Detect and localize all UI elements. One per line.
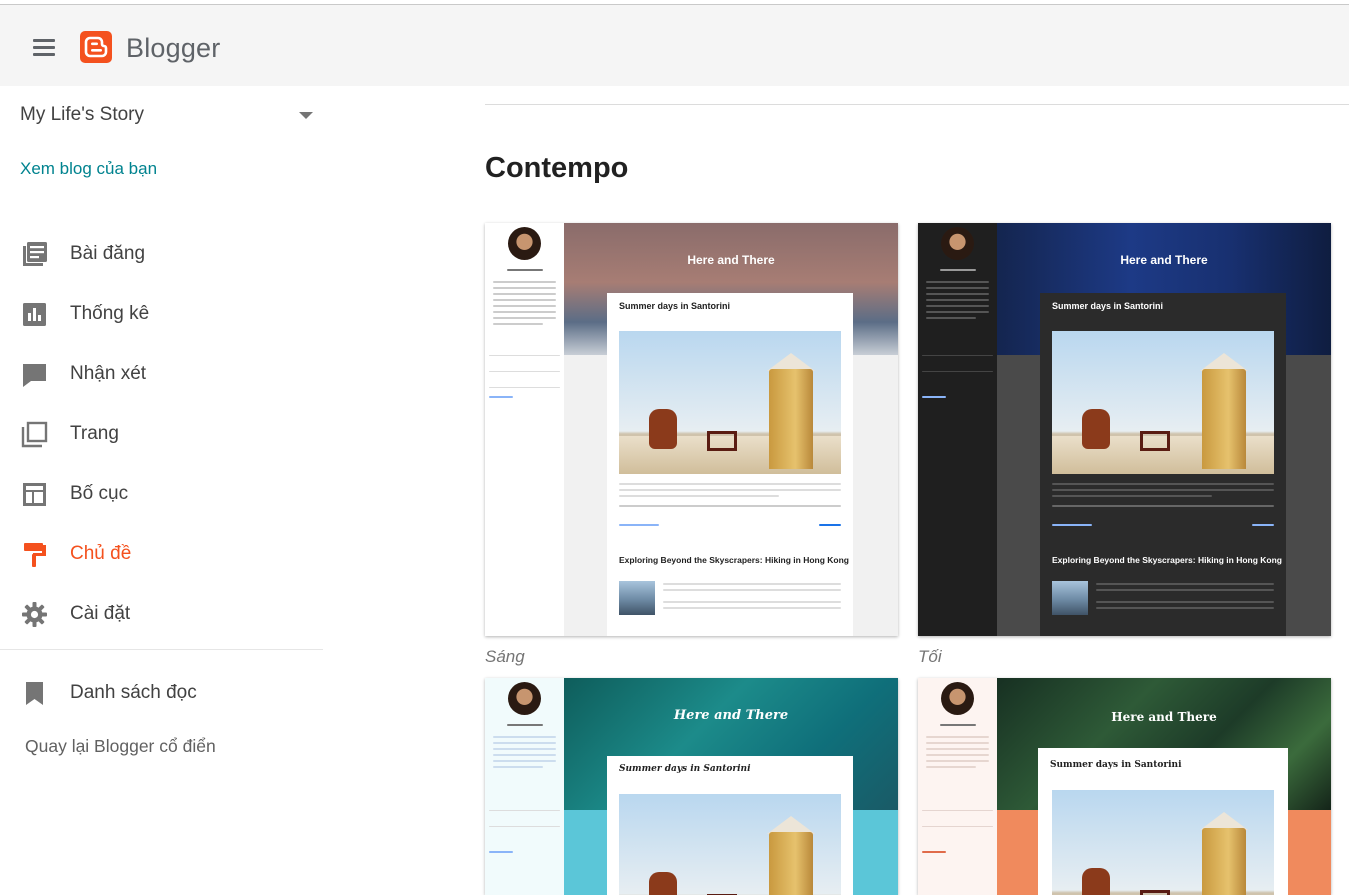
preview-post-card-2: Exploring Beyond the Skyscrapers: Hiking… [1040, 545, 1286, 636]
preview-sidebar [485, 678, 564, 895]
sidebar-item-reading-list[interactable]: Danh sách đọc [0, 670, 323, 714]
section-divider [485, 104, 1349, 105]
preview-post-photo [1052, 790, 1274, 895]
sidebar-item-label: Chủ đề [70, 543, 132, 564]
preview-sidebar [918, 223, 997, 636]
preview-post-card-2: Exploring Beyond the Skyscrapers: Hiking… [607, 545, 853, 636]
blogger-logo-icon [80, 31, 112, 63]
preview-avatar [941, 682, 974, 715]
app-header: Blogger [0, 5, 1349, 86]
blog-name: My Life's Story [20, 104, 144, 125]
sidebar-item-posts[interactable]: Bài đăng [0, 231, 323, 275]
stats-icon [23, 303, 46, 326]
preview-sidebar [485, 223, 564, 636]
theme-caption: Tối [918, 647, 942, 666]
preview-post-title: Summer days in Santorini [1052, 301, 1164, 311]
theme-card-aqua[interactable]: Here and There Summer days in Santorini [485, 678, 898, 895]
preview-post-title-2: Exploring Beyond the Skyscrapers: Hiking… [619, 555, 850, 565]
posts-icon [23, 242, 47, 266]
sidebar-item-label: Thống kê [70, 303, 150, 324]
sidebar-item-label: Bố cục [70, 483, 129, 504]
sidebar-item-settings[interactable]: Cài đặt [0, 591, 323, 635]
sidebar-item-stats[interactable]: Thống kê [0, 291, 323, 335]
pages-icon [21, 421, 48, 448]
preview-avatar [508, 227, 541, 260]
sidebar-divider [0, 649, 323, 650]
sidebar-item-label: Bài đăng [70, 243, 146, 264]
view-blog-link[interactable]: Xem blog của bạn [20, 159, 157, 179]
bookmark-icon [26, 682, 43, 705]
app-name: Blogger [126, 33, 221, 63]
sidebar-item-label: Cài đặt [70, 603, 131, 624]
theme-family-title: Contempo [485, 152, 629, 184]
preview-blog-title: Here and There [673, 708, 789, 723]
preview-blog-title: Here and There [1111, 710, 1217, 724]
theme-icon [24, 543, 46, 567]
settings-icon [22, 602, 47, 627]
preview-post-card: Summer days in Santorini [1038, 748, 1288, 895]
sidebar-item-label: Danh sách đọc [70, 682, 197, 703]
theme-card-light[interactable]: Here and There Summer days in Santorini … [485, 223, 898, 636]
preview-avatar [941, 227, 974, 260]
theme-card-dark[interactable]: Here and There Summer days in Santorini … [918, 223, 1331, 636]
preview-post-title: Summer days in Santorini [619, 301, 731, 311]
preview-post-card: Summer days in Santorini [607, 756, 853, 895]
preview-post-photo [619, 794, 841, 895]
preview-post-title: Summer days in Santorini [619, 764, 751, 774]
sidebar-item-theme[interactable]: Chủ đề [0, 531, 323, 575]
main-content: Contempo Here and There Summer days in S… [485, 86, 1349, 895]
preview-post-photo [1052, 331, 1274, 474]
menu-icon[interactable] [33, 38, 57, 56]
sidebar: My Life's Story Xem blog của bạn Bài đăn… [0, 86, 323, 895]
preview-post-title-2: Exploring Beyond the Skyscrapers: Hiking… [1052, 555, 1283, 565]
preview-post-card: Summer days in Santorini [607, 293, 853, 548]
back-to-classic-link[interactable]: Quay lại Blogger cổ điển [25, 736, 216, 757]
blog-selector[interactable]: My Life's Story [20, 104, 320, 130]
caret-down-icon [299, 112, 313, 119]
sidebar-item-comments[interactable]: Nhận xét [0, 351, 323, 395]
comments-icon [23, 364, 46, 387]
preview-post-photo [619, 331, 841, 474]
preview-sidebar [918, 678, 997, 895]
preview-avatar [508, 682, 541, 715]
sidebar-item-layout[interactable]: Bố cục [0, 471, 323, 515]
sidebar-item-label: Trang [70, 423, 119, 444]
preview-post-card: Summer days in Santorini [1040, 293, 1286, 548]
theme-card-pink[interactable]: Here and There Summer days in Santorini [918, 678, 1331, 895]
sidebar-item-pages[interactable]: Trang [0, 411, 323, 455]
layout-icon [23, 483, 46, 506]
preview-blog-title: Here and There [1120, 253, 1208, 267]
theme-caption: Sáng [485, 647, 525, 666]
preview-blog-title: Here and There [687, 253, 775, 267]
sidebar-item-label: Nhận xét [70, 363, 147, 384]
preview-post-title: Summer days in Santorini [1050, 760, 1182, 770]
